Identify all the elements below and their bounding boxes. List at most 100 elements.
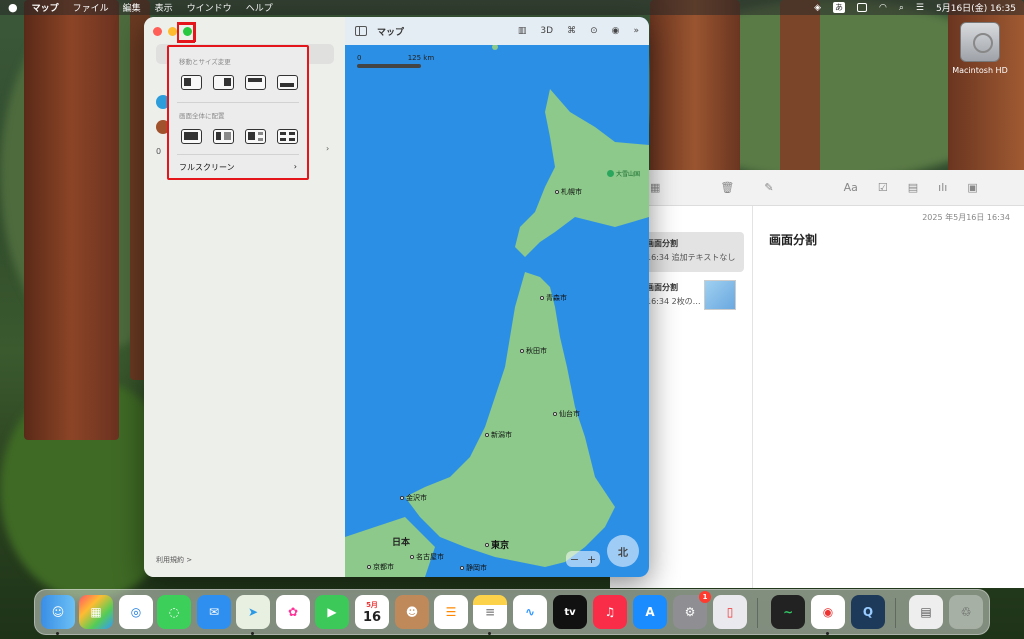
input-mode-indicator[interactable]: あ: [833, 2, 846, 13]
tile-top-half-button[interactable]: [245, 75, 266, 90]
notification-badge: 1: [699, 591, 711, 603]
reminders-icon[interactable]: ☰: [434, 595, 468, 629]
arrange-left-quarters-button[interactable]: [245, 129, 266, 144]
city-label[interactable]: 仙台市: [553, 409, 580, 419]
checklist-icon[interactable]: ☑: [878, 181, 888, 194]
freeform-icon[interactable]: ∿: [513, 595, 547, 629]
chevron-right-icon[interactable]: ›: [326, 144, 329, 153]
location-icon[interactable]: ⊙: [590, 26, 598, 36]
country-label: 日本: [392, 538, 411, 548]
spotlight-search-icon[interactable]: ⌕: [899, 3, 904, 13]
contacts-icon[interactable]: ☻: [395, 595, 429, 629]
iphone-mirroring-icon[interactable]: ▯: [713, 595, 747, 629]
notes-icon[interactable]: ≡: [473, 595, 507, 629]
account-icon[interactable]: ◉: [612, 26, 620, 36]
note-editor[interactable]: 2025 年5月16日 16:34 画面分割: [753, 206, 1024, 588]
city-name: 仙台市: [559, 410, 580, 418]
macintosh-hd-desktop-icon[interactable]: Macintosh HD: [950, 22, 1010, 75]
apple-menu-icon[interactable]: ●: [8, 1, 18, 14]
zoom-in-button[interactable]: +: [587, 553, 596, 566]
wifi-icon[interactable]: ◠: [879, 3, 887, 13]
menubar-clock[interactable]: 5月16日(金) 16:35: [936, 1, 1016, 14]
calendar-icon[interactable]: 5月 16: [355, 595, 389, 629]
zoom-out-button[interactable]: −: [570, 553, 579, 566]
table-icon[interactable]: ▤: [908, 181, 918, 194]
trash-icon[interactable]: ♲: [949, 595, 983, 629]
close-button[interactable]: [153, 27, 162, 36]
city-name: 青森市: [546, 294, 567, 302]
map-mode-icon[interactable]: ▥: [518, 26, 527, 36]
more-chevron-icon[interactable]: »: [633, 26, 639, 36]
music-icon[interactable]: ♫: [593, 595, 627, 629]
safari-icon[interactable]: ◎: [119, 595, 153, 629]
trash-icon[interactable]: 🗑: [720, 181, 734, 194]
zoom-control[interactable]: − +: [566, 551, 600, 567]
compose-icon[interactable]: ✎: [764, 181, 773, 194]
media-icon[interactable]: ▣: [967, 181, 977, 194]
calendar-day: 16: [362, 609, 382, 625]
city-label[interactable]: 東京: [485, 538, 509, 551]
look-around-icon[interactable]: ⌘: [567, 26, 576, 36]
3d-button[interactable]: 3D: [540, 26, 553, 36]
city-label[interactable]: 新潟市: [485, 430, 512, 440]
list-item[interactable]: 画面分割 16:34 2枚の…: [640, 276, 744, 316]
tv-icon[interactable]: tv: [553, 595, 587, 629]
downloads-folder-icon[interactable]: ▤: [909, 595, 943, 629]
city-name: 札幌市: [561, 188, 582, 196]
terms-link[interactable]: 利用規約 >: [156, 555, 192, 565]
menu-edit[interactable]: 編集: [123, 1, 141, 14]
quicktime-icon[interactable]: Q: [851, 595, 885, 629]
facetime-icon[interactable]: ▶: [315, 595, 349, 629]
minimize-button[interactable]: [168, 27, 177, 36]
hd-label: Macintosh HD: [952, 66, 1008, 75]
note-heading: 画面分割: [769, 233, 818, 247]
layers-icon[interactable]: ◈: [814, 3, 821, 13]
battery-icon[interactable]: [857, 3, 868, 12]
arrange-quarters-button[interactable]: [277, 129, 298, 144]
city-label[interactable]: 青森市: [540, 293, 567, 303]
city-label[interactable]: 京都市: [367, 562, 394, 572]
arrange-fill-button[interactable]: [181, 129, 202, 144]
tile-bottom-half-button[interactable]: [277, 75, 298, 90]
recents-count: 0: [156, 147, 162, 156]
city-label[interactable]: 名古屋市: [410, 552, 444, 562]
fullscreen-menu-item[interactable]: フルスクリーン ›: [179, 162, 297, 173]
launchpad-icon[interactable]: ▦: [79, 595, 113, 629]
city-label[interactable]: 札幌市: [555, 187, 582, 197]
city-label[interactable]: 秋田市: [520, 346, 547, 356]
photos-icon[interactable]: ✿: [276, 595, 310, 629]
maps-icon[interactable]: ➤: [236, 595, 270, 629]
app-store-icon[interactable]: A: [633, 595, 667, 629]
system-settings-icon[interactable]: ⚙ 1: [673, 591, 711, 629]
mail-icon[interactable]: ✉: [197, 595, 231, 629]
audio-icon[interactable]: ılı: [938, 181, 947, 194]
city-name: 静岡市: [466, 564, 487, 572]
compass-button[interactable]: 北: [607, 535, 639, 567]
chevron-right-icon: ›: [293, 162, 297, 171]
city-name: 東京: [491, 541, 510, 551]
control-center-icon[interactable]: ☰: [916, 3, 924, 13]
gallery-view-icon[interactable]: ▦: [650, 181, 660, 194]
poi-label[interactable]: 大雪山国: [607, 169, 640, 178]
notes-window: ▦ 🗑 ✎ Aa ☑ ▤ ılı ▣ 画面分割 16:34 追加テキストなし 画…: [610, 170, 1024, 588]
sidebar-toggle-icon[interactable]: [355, 26, 367, 36]
activity-monitor-icon[interactable]: ∼: [771, 595, 805, 629]
menu-maps[interactable]: マップ: [32, 1, 59, 14]
list-item[interactable]: 画面分割 16:34 追加テキストなし: [640, 232, 744, 272]
finder-icon[interactable]: ☺: [41, 595, 75, 629]
tile-right-half-button[interactable]: [213, 75, 234, 90]
chrome-icon[interactable]: ◉: [811, 595, 845, 629]
tile-left-half-button[interactable]: [181, 75, 202, 90]
city-label[interactable]: 静岡市: [460, 563, 487, 573]
arrange-left-right-button[interactable]: [213, 129, 234, 144]
menu-help[interactable]: ヘルプ: [246, 1, 273, 14]
messages-icon[interactable]: ◌: [157, 595, 191, 629]
menu-window[interactable]: ウインドウ: [187, 1, 232, 14]
menu-file[interactable]: ファイル: [73, 1, 109, 14]
format-text-icon[interactable]: Aa: [844, 181, 858, 194]
city-label[interactable]: 金沢市: [400, 493, 427, 503]
park-icon: [607, 170, 614, 177]
city-name: 秋田市: [526, 347, 547, 355]
menu-view[interactable]: 表示: [155, 1, 173, 14]
map-view[interactable]: マップ ▥ 3D ⌘ ⊙ ◉ » 0 125 km 大雪山国 札幌市 青森市 秋…: [345, 17, 649, 577]
